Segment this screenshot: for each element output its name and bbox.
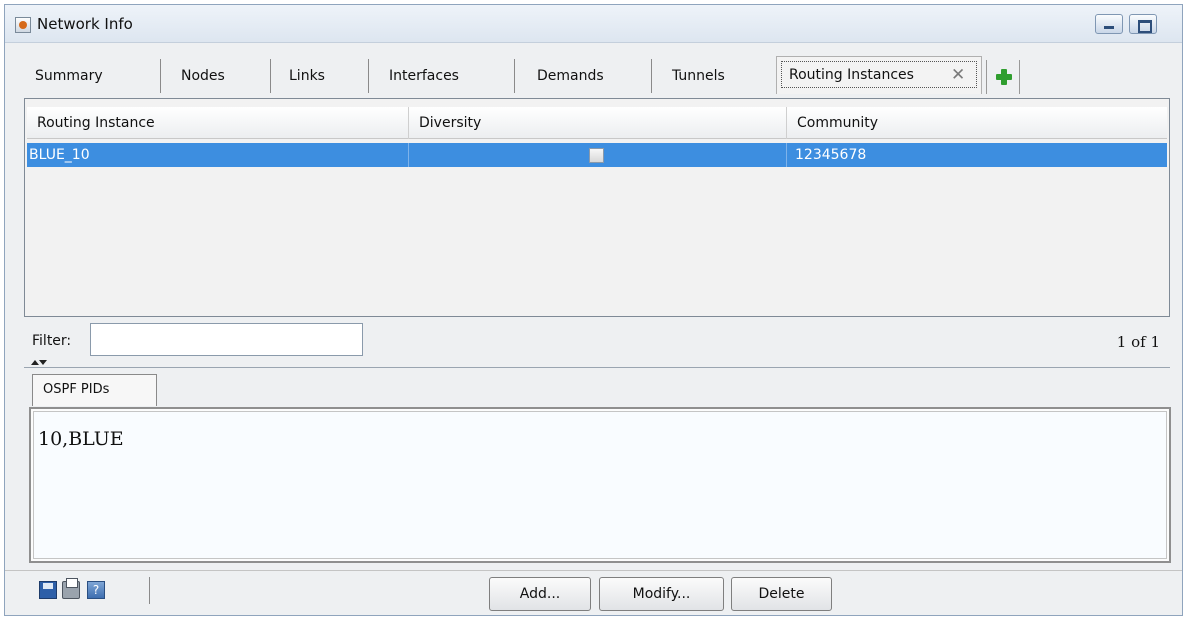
routing-instances-table: Routing Instance Diversity Community BLU… bbox=[24, 98, 1170, 317]
tab-routing-instances[interactable]: Routing Instances ✕ bbox=[776, 56, 982, 94]
add-tab-button[interactable] bbox=[986, 60, 1020, 94]
cell-routing-instance: BLUE_10 bbox=[27, 143, 409, 167]
ospf-pids-text[interactable]: 10,BLUE bbox=[33, 411, 1167, 559]
row-count: 1 of 1 bbox=[1116, 333, 1160, 351]
tab-tunnels-label: Tunnels bbox=[672, 68, 725, 84]
tab-nodes[interactable]: Nodes bbox=[161, 59, 271, 93]
tab-links[interactable]: Links bbox=[271, 59, 369, 93]
window-title: Network Info bbox=[37, 15, 133, 33]
table-row[interactable]: BLUE_10 12345678 bbox=[27, 143, 1167, 167]
cell-diversity bbox=[409, 143, 787, 167]
tab-demands[interactable]: Demands bbox=[515, 59, 652, 93]
java-app-icon bbox=[15, 17, 31, 33]
tab-ospf-pids-label: OSPF PIDs bbox=[43, 382, 110, 397]
tab-ospf-pids[interactable]: OSPF PIDs bbox=[32, 374, 157, 406]
column-header-diversity[interactable]: Diversity bbox=[409, 107, 787, 139]
network-info-window: Network Info Summary Nodes Links Interfa… bbox=[4, 4, 1183, 616]
bottom-toolbar bbox=[5, 570, 1182, 616]
ospf-pids-panel: 10,BLUE bbox=[29, 407, 1171, 563]
cell-community: 12345678 bbox=[795, 147, 867, 163]
close-tab-icon[interactable]: ✕ bbox=[951, 57, 965, 93]
plus-icon bbox=[996, 69, 1012, 85]
print-icon[interactable] bbox=[62, 578, 80, 599]
tab-demands-label: Demands bbox=[537, 68, 604, 84]
splitter[interactable] bbox=[24, 367, 1170, 368]
tab-nodes-label: Nodes bbox=[181, 68, 225, 84]
column-header-routing-instance[interactable]: Routing Instance bbox=[27, 107, 409, 139]
toolbar-separator bbox=[149, 577, 150, 604]
save-icon[interactable] bbox=[39, 581, 57, 599]
maximize-button[interactable] bbox=[1129, 14, 1157, 34]
tab-bar: Summary Nodes Links Interfaces Demands T… bbox=[5, 54, 1182, 98]
filter-label: Filter: bbox=[32, 333, 72, 349]
table-header: Routing Instance Diversity Community bbox=[27, 107, 1167, 139]
title-bar: Network Info bbox=[5, 5, 1182, 43]
column-header-community[interactable]: Community bbox=[787, 107, 1167, 139]
delete-button[interactable]: Delete bbox=[731, 577, 832, 611]
tab-summary-label: Summary bbox=[35, 68, 103, 84]
tab-tunnels[interactable]: Tunnels bbox=[652, 59, 770, 93]
tab-summary[interactable]: Summary bbox=[23, 59, 161, 93]
tab-interfaces[interactable]: Interfaces bbox=[369, 59, 515, 93]
minimize-button[interactable] bbox=[1095, 14, 1123, 34]
tab-links-label: Links bbox=[289, 68, 325, 84]
diversity-checkbox[interactable] bbox=[589, 148, 604, 163]
filter-input[interactable] bbox=[90, 323, 363, 356]
modify-button[interactable]: Modify... bbox=[599, 577, 724, 611]
help-icon[interactable]: ? bbox=[87, 581, 105, 599]
tab-interfaces-label: Interfaces bbox=[389, 68, 459, 84]
tab-routing-instances-label: Routing Instances bbox=[789, 67, 914, 83]
add-button[interactable]: Add... bbox=[489, 577, 591, 611]
